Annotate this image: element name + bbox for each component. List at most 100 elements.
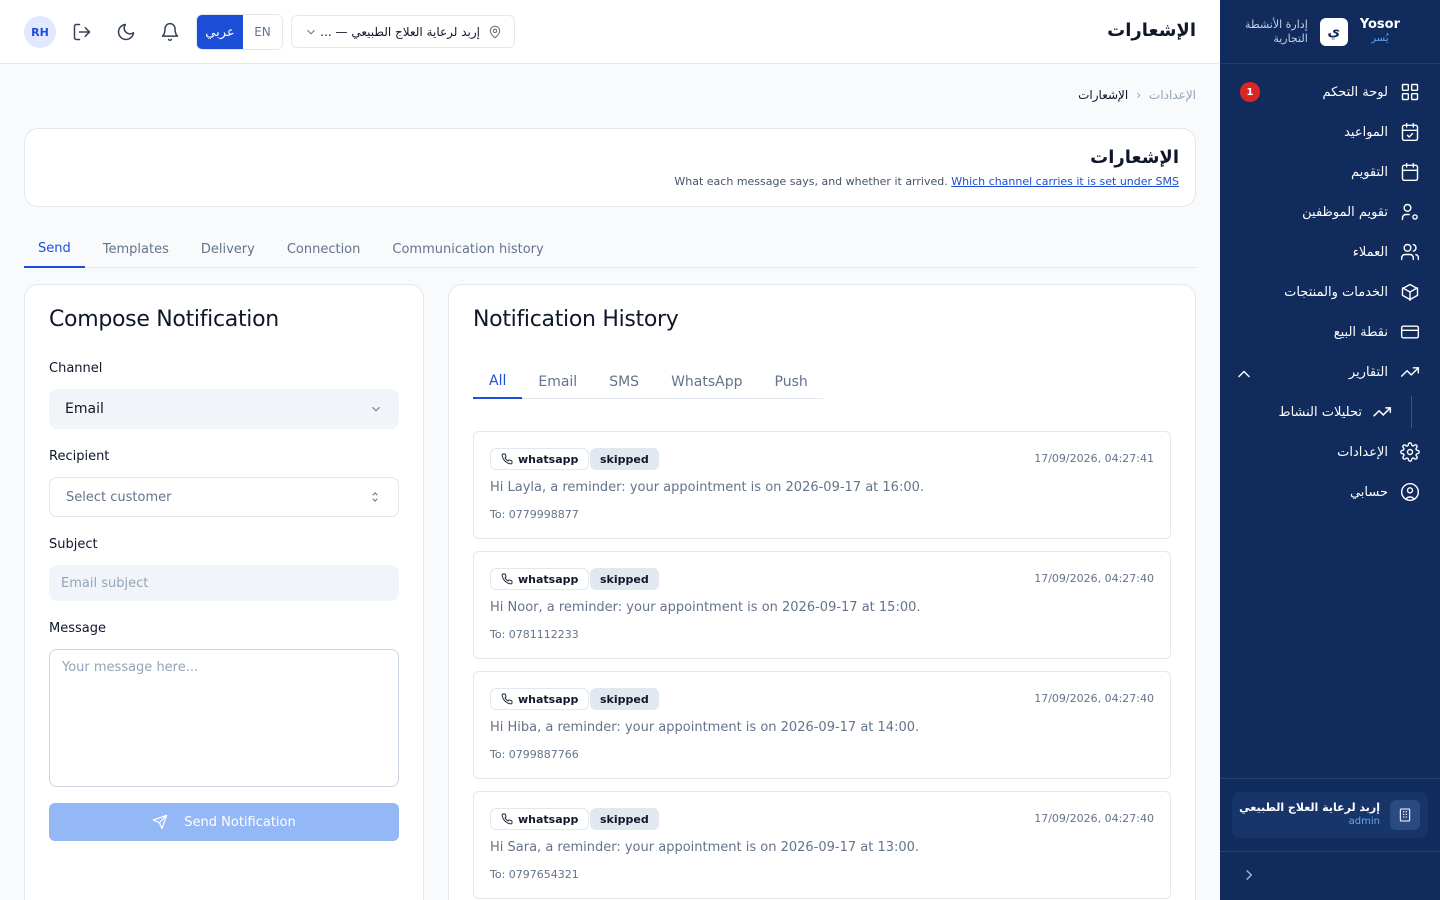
notification-item[interactable]: whatsapp skipped 17/09/2026, 04:27:40 Hi… xyxy=(473,551,1171,659)
message-textarea[interactable]: Your message here... xyxy=(49,649,399,787)
trending-up-icon xyxy=(1373,407,1392,417)
chevron-right-icon[interactable] xyxy=(1240,866,1258,884)
brand-logo: ي xyxy=(1319,17,1348,46)
channel-chip: whatsapp xyxy=(490,448,590,470)
chevron-up-down-icon xyxy=(372,492,378,502)
organization-card[interactable]: إربد لرعاية العلاج الطبيعي admin xyxy=(1232,792,1428,838)
notification-body: Hi Noor, a reminder: your appointment is… xyxy=(490,600,921,615)
notification-item[interactable]: whatsapp skipped 17/09/2026, 04:27:41 Hi… xyxy=(473,431,1171,539)
language-toggle: عربي EN xyxy=(196,14,283,50)
sidebar-item-dashboard[interactable]: 1 لوحة التحكم xyxy=(1220,72,1440,112)
tab-communication-history[interactable]: Communication history xyxy=(378,230,557,268)
credit-card-icon xyxy=(1400,325,1420,339)
channel-chip: whatsapp xyxy=(490,688,590,710)
filter-all[interactable]: All xyxy=(473,365,523,399)
filter-whatsapp[interactable]: WhatsApp xyxy=(655,365,758,399)
sidebar-item-customers[interactable]: العملاء xyxy=(1220,232,1440,272)
sidebar-nav: 1 لوحة التحكم المواعيد التقويم تقويم الم… xyxy=(1220,64,1440,512)
notification-recipient: To: 0799887766 xyxy=(490,748,579,761)
sms-settings-link[interactable]: Which channel carries it is set under SM… xyxy=(951,175,1179,188)
brand-subtitle: إدارة الأنشطة التجارية xyxy=(1245,17,1308,45)
channel-label: Channel xyxy=(49,361,103,376)
tab-send[interactable]: Send xyxy=(24,230,85,268)
send-button-label: Send Notification xyxy=(184,814,296,830)
brand: إدارة الأنشطة التجارية ي Yosor يُسر xyxy=(1220,0,1440,64)
notification-time: 17/09/2026, 04:27:41 xyxy=(1034,452,1154,465)
subject-input[interactable]: Email subject xyxy=(49,565,399,601)
notification-body: Hi Sara, a reminder: your appointment is… xyxy=(490,840,920,855)
phone-icon xyxy=(501,693,513,705)
filter-sms[interactable]: SMS xyxy=(593,365,655,399)
breadcrumb: الإعدادات ‹ الإشعارات xyxy=(1078,88,1196,102)
phone-icon xyxy=(501,453,513,465)
channel-select[interactable]: Email xyxy=(49,389,399,429)
sidebar-item-label: نقطة البيع xyxy=(1333,324,1388,340)
moon-icon[interactable] xyxy=(116,22,136,42)
sidebar-item-label: تقويم الموظفين xyxy=(1302,204,1388,220)
sidebar-item-reports[interactable]: التقارير xyxy=(1220,352,1440,392)
user-avatar[interactable]: RH xyxy=(24,16,56,48)
sidebar-item-label: الإعدادات xyxy=(1337,444,1388,460)
sidebar-item-settings[interactable]: الإعدادات xyxy=(1220,432,1440,472)
header-description: What each message says, and whether it a… xyxy=(674,175,1179,188)
status-badge: skipped xyxy=(590,568,659,590)
box-icon xyxy=(1401,283,1419,302)
message-placeholder: Your message here... xyxy=(62,660,199,675)
send-icon xyxy=(152,814,168,830)
notification-badge: 1 xyxy=(1240,82,1260,102)
sidebar-item-appointments[interactable]: المواعيد xyxy=(1220,112,1440,152)
sidebar-subitem-activity-analytics[interactable]: تحليلات النشاط xyxy=(1220,392,1440,432)
recipient-select[interactable]: Select customer xyxy=(49,477,399,517)
top-bar: RH عربي EN إربد لرعاية العلاج الطبيعي — … xyxy=(0,0,1220,64)
message-label: Message xyxy=(49,621,106,636)
notification-recipient: To: 0797654321 xyxy=(490,868,579,881)
sidebar-item-my-account[interactable]: حسابي xyxy=(1220,472,1440,512)
chevron-down-icon xyxy=(372,406,380,412)
sidebar-item-staff-calendar[interactable]: تقويم الموظفين xyxy=(1220,192,1440,232)
sidebar-item-calendar[interactable]: التقويم xyxy=(1220,152,1440,192)
logout-icon[interactable] xyxy=(72,22,92,42)
status-badge: skipped xyxy=(590,808,659,830)
tab-templates[interactable]: Templates xyxy=(89,230,183,268)
compose-card: Compose Notification Channel Email Recip… xyxy=(24,284,424,900)
send-notification-button[interactable]: Send Notification xyxy=(49,803,399,841)
org-name: إربد لرعاية العلاج الطبيعي xyxy=(1239,801,1380,814)
branch-select[interactable]: إربد لرعاية العلاج الطبيعي — ... xyxy=(291,15,515,48)
breadcrumb-separator: ‹ xyxy=(1136,88,1142,102)
lang-en-button[interactable]: EN xyxy=(243,15,282,49)
subject-placeholder: Email subject xyxy=(61,575,149,591)
trending-up-icon xyxy=(1400,367,1420,377)
filter-email[interactable]: Email xyxy=(522,365,593,399)
filter-push[interactable]: Push xyxy=(759,365,824,399)
sidebar-item-pos[interactable]: نقطة البيع xyxy=(1220,312,1440,352)
divider xyxy=(1220,778,1440,779)
sidebar-item-label: التقارير xyxy=(1348,364,1388,380)
user-circle-icon xyxy=(1400,482,1420,502)
branch-select-value: إربد لرعاية العلاج الطبيعي — ... xyxy=(320,24,480,39)
chevron-up-icon[interactable] xyxy=(1234,364,1254,384)
lang-ar-button[interactable]: عربي xyxy=(197,15,243,49)
status-badge: skipped xyxy=(590,448,659,470)
sidebar-item-services[interactable]: الخدمات والمنتجات xyxy=(1220,272,1440,312)
sidebar-item-label: العملاء xyxy=(1352,244,1388,260)
tab-delivery[interactable]: Delivery xyxy=(187,230,269,268)
gear-icon xyxy=(1400,442,1420,462)
status-badge: skipped xyxy=(590,688,659,710)
notification-item[interactable]: whatsapp skipped 17/09/2026, 04:27:40 Hi… xyxy=(473,791,1171,899)
header-description-text: What each message says, and whether it a… xyxy=(674,175,948,188)
page-header-card: الإشعارات What each message says, and wh… xyxy=(24,128,1196,207)
notification-item[interactable]: whatsapp skipped 17/09/2026, 04:27:40 Hi… xyxy=(473,671,1171,779)
bell-icon[interactable] xyxy=(160,22,180,42)
org-role: admin xyxy=(1348,816,1380,827)
notification-body: Hi Layla, a reminder: your appointment i… xyxy=(490,480,924,495)
brand-name: Yosor يُسر xyxy=(1359,16,1400,44)
user-gear-icon xyxy=(1401,203,1418,221)
sidebar-item-label: المواعيد xyxy=(1344,124,1388,140)
tab-connection[interactable]: Connection xyxy=(273,230,375,268)
channel-chip: whatsapp xyxy=(490,808,590,830)
header-title: الإشعارات xyxy=(1090,147,1179,168)
sidebar-item-label: حسابي xyxy=(1349,484,1388,500)
notification-body: Hi Hiba, a reminder: your appointment is… xyxy=(490,720,920,735)
sidebar-item-label: لوحة التحكم xyxy=(1322,84,1388,100)
breadcrumb-parent[interactable]: الإعدادات xyxy=(1149,88,1196,102)
